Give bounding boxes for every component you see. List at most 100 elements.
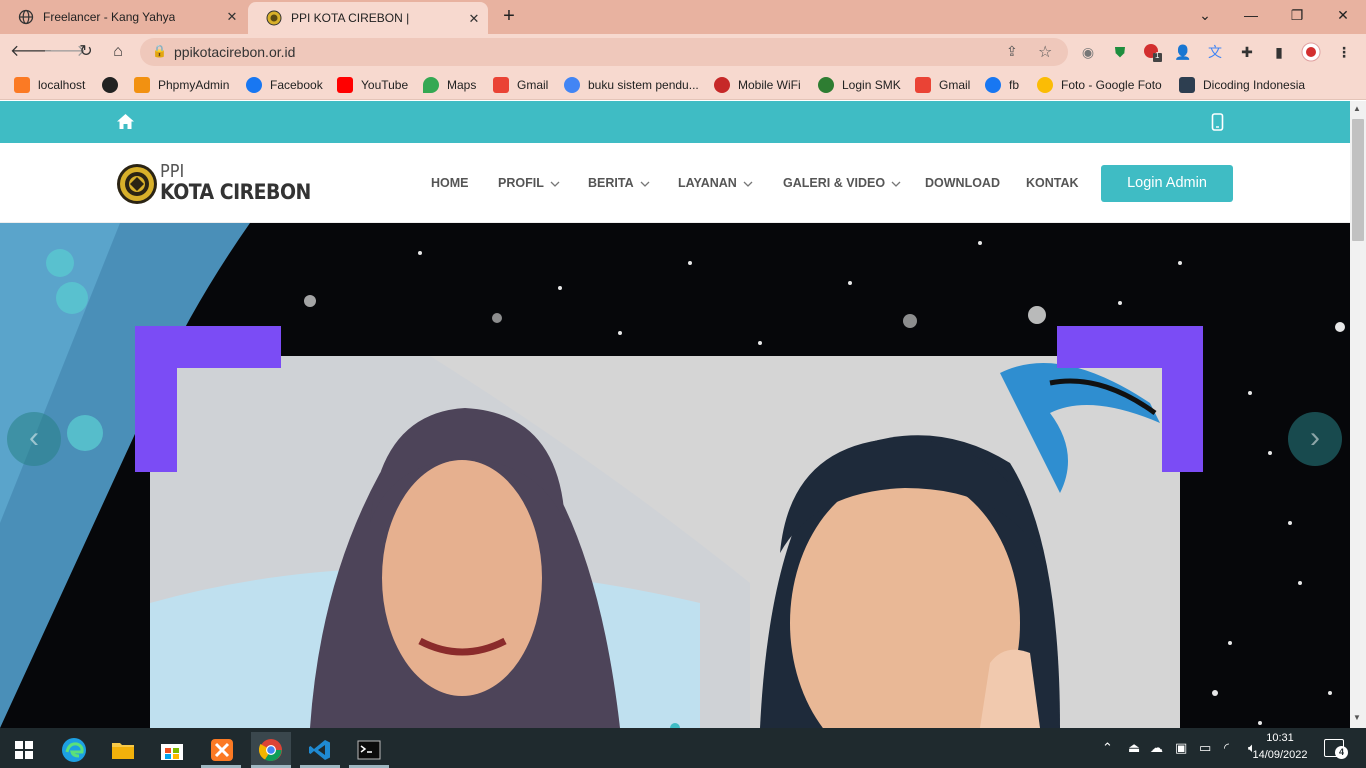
restore-button[interactable]: ❐	[1284, 4, 1310, 26]
nav-kontak[interactable]: KONTAK	[1026, 176, 1079, 190]
share-icon[interactable]: ⇪	[1006, 43, 1018, 60]
nav-label: BERITA	[588, 176, 634, 190]
nav-download[interactable]: DOWNLOAD	[925, 176, 1000, 190]
microsoft-store-icon[interactable]	[152, 732, 192, 768]
login-admin-button[interactable]: Login Admin	[1101, 165, 1233, 202]
file-explorer-icon[interactable]	[103, 732, 143, 768]
bookmark-google-foto[interactable]: Foto - Google Foto	[1037, 76, 1162, 94]
youtube-icon	[337, 77, 353, 93]
gmail-icon	[915, 77, 931, 93]
globe-icon	[18, 9, 34, 25]
logo-text-top: PPI	[160, 161, 185, 182]
windows-start-icon[interactable]	[4, 732, 44, 768]
lock-icon[interactable]: 🔒	[152, 44, 167, 58]
chrome-taskbar-icon[interactable]	[251, 732, 291, 768]
show-hidden-icons-icon[interactable]: ⌃	[1102, 740, 1113, 756]
nav-layanan[interactable]: LAYANAN	[678, 176, 753, 190]
bookmark-fb[interactable]: fb	[985, 76, 1019, 94]
agent-extension-icon[interactable]: 👤	[1173, 42, 1193, 62]
bookmark-facebook[interactable]: Facebook	[246, 76, 323, 94]
usb-device-icon[interactable]: ⏏	[1128, 740, 1140, 756]
mobile-phone-icon[interactable]	[1211, 113, 1224, 131]
slider-prev-arrow-icon[interactable]: ‹	[7, 412, 61, 466]
back-button[interactable]: 🡐	[10, 41, 53, 63]
bookmark-buku-sistem[interactable]: buku sistem pendu...	[564, 76, 699, 94]
chevron-down-icon	[550, 181, 560, 187]
nav-label: KONTAK	[1026, 176, 1079, 190]
site-logo[interactable]: PPI KOTA CIREBON	[116, 161, 311, 210]
scrollbar-thumb[interactable]	[1352, 119, 1364, 241]
shield-extension-icon[interactable]: ⛊	[1110, 42, 1130, 62]
notification-center-icon[interactable]: 4	[1324, 739, 1348, 759]
xampp-taskbar-icon[interactable]	[202, 732, 242, 768]
school-logo-icon	[818, 77, 834, 93]
site-logo-favicon-icon	[266, 10, 282, 26]
edge-browser-icon[interactable]	[54, 732, 94, 768]
nav-galeri-video[interactable]: GALERI & VIDEO	[783, 176, 901, 190]
tab-freelancer[interactable]: Freelancer - Kang Yahya ✕	[0, 0, 246, 34]
forward-button[interactable]: 🡒	[43, 41, 86, 63]
reload-button[interactable]: ↻	[75, 41, 97, 63]
nav-label: PROFIL	[498, 176, 544, 190]
ppi-emblem-icon	[117, 164, 157, 204]
clock-date[interactable]: 14/09/2022	[1248, 749, 1312, 761]
windows-taskbar: ⌃ ⏏ ☁ ▣ ▭ ◜ 🔈︎ 10:31 14/09/2022 4	[0, 728, 1366, 768]
facebook-icon	[985, 77, 1001, 93]
onedrive-cloud-icon[interactable]: ☁	[1150, 740, 1163, 756]
close-window-button[interactable]: ✕	[1330, 4, 1356, 26]
page-scrollbar[interactable]: ▲ ▼	[1350, 101, 1366, 728]
globe-dark-icon	[102, 77, 118, 93]
dicoding-icon	[1179, 77, 1195, 93]
close-tab-icon[interactable]: ✕	[466, 11, 482, 27]
network-display-icon[interactable]: ▣	[1175, 740, 1187, 756]
extensions-puzzle-icon[interactable]: ✚	[1237, 42, 1257, 62]
bookmark-youtube[interactable]: YouTube	[337, 76, 408, 94]
nav-berita[interactable]: BERITA	[588, 176, 650, 190]
extension-badge-icon[interactable]: 1	[1142, 42, 1162, 62]
tab-search-icon[interactable]: ⌄	[1192, 4, 1218, 26]
bookmark-label: Foto - Google Foto	[1061, 78, 1162, 92]
xampp-icon	[14, 77, 30, 93]
bookmark-label: fb	[1009, 78, 1020, 92]
camera-extension-icon[interactable]: ◉	[1078, 42, 1098, 62]
profile-avatar[interactable]	[1301, 42, 1321, 62]
bookmark-star-icon[interactable]: ☆	[1038, 42, 1052, 62]
extension-badge-count: 1	[1155, 51, 1160, 60]
bookmark-login-smk[interactable]: Login SMK	[818, 76, 901, 94]
vscode-taskbar-icon[interactable]	[300, 732, 340, 768]
minimize-button[interactable]: —	[1238, 4, 1264, 26]
home-icon[interactable]	[116, 113, 135, 130]
scroll-down-icon[interactable]: ▼	[1353, 713, 1361, 722]
nav-profil[interactable]: PROFIL	[498, 176, 560, 190]
bookmark-blank[interactable]	[102, 76, 126, 94]
translate-extension-icon[interactable]: 文	[1205, 42, 1225, 62]
battery-icon[interactable]: ▭	[1199, 740, 1211, 756]
bookmark-dicoding[interactable]: Dicoding Indonesia	[1179, 76, 1305, 94]
bookmark-mobile-wifi[interactable]: Mobile WiFi	[714, 76, 801, 94]
scroll-up-icon[interactable]: ▲	[1353, 104, 1361, 113]
bookmark-maps[interactable]: Maps	[423, 76, 476, 94]
slider-next-arrow-icon[interactable]: ›	[1288, 412, 1342, 466]
bookmark-phpmyadmin[interactable]: PhpmyAdmin	[134, 76, 229, 94]
home-button[interactable]: ⌂	[107, 41, 129, 63]
side-panel-icon[interactable]: ▮	[1269, 42, 1289, 62]
tab-ppi-kota-cirebon[interactable]: PPI KOTA CIREBON | ✕	[248, 2, 488, 34]
wifi-icon[interactable]: ◜	[1224, 740, 1229, 756]
terminal-taskbar-icon[interactable]	[349, 732, 389, 768]
bookmark-label: Mobile WiFi	[738, 78, 801, 92]
tab-title: Freelancer - Kang Yahya	[43, 10, 176, 24]
clock-time[interactable]: 10:31	[1250, 732, 1310, 744]
address-bar[interactable]: 🔒 ppikotacirebon.or.id ⇪ ☆	[140, 38, 1068, 66]
bookmark-label: Dicoding Indonesia	[1203, 78, 1306, 92]
bookmark-gmail[interactable]: Gmail	[493, 76, 548, 94]
close-tab-icon[interactable]: ✕	[224, 9, 240, 25]
chevron-down-icon	[891, 181, 901, 187]
new-tab-button[interactable]: +	[498, 6, 520, 28]
bookmark-gmail-2[interactable]: Gmail	[915, 76, 970, 94]
nav-label: HOME	[431, 176, 469, 190]
logo-text-bottom: KOTA CIREBON	[160, 180, 311, 204]
nav-home[interactable]: HOME	[431, 176, 469, 190]
bookmark-label: Login SMK	[842, 78, 901, 92]
menu-kebab-icon[interactable]: ⋮	[1334, 42, 1354, 62]
bookmark-localhost[interactable]: localhost	[14, 76, 85, 94]
